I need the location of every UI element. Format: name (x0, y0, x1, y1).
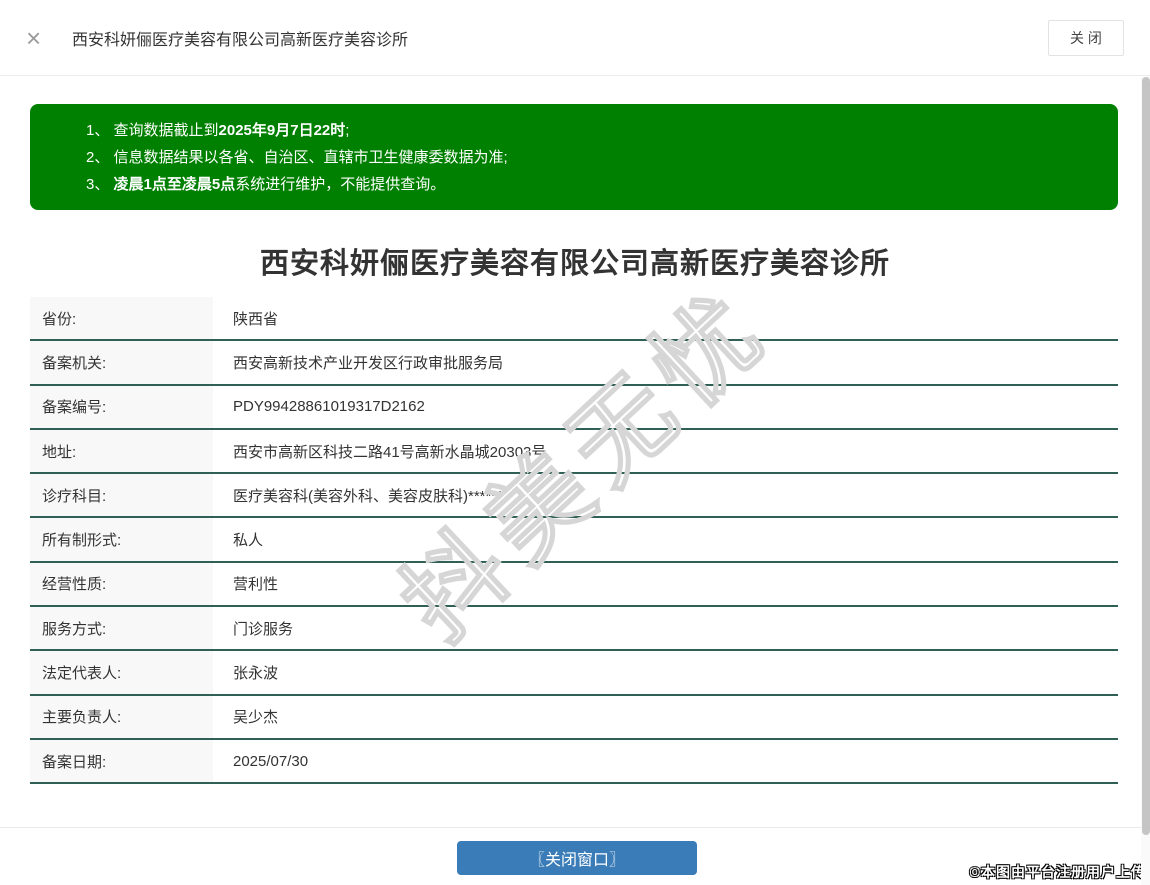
table-row-ownership: 所有制形式: 私人 (30, 518, 1118, 563)
row-label: 经营性质: (30, 562, 213, 606)
row-label: 法定代表人: (30, 651, 213, 694)
table-row-service-mode: 服务方式: 门诊服务 (30, 607, 1118, 652)
table-row-province: 省份: 陕西省 (30, 297, 1118, 342)
notice-line-3-bold: 凌晨1点至凌晨5点 (113, 176, 236, 193)
notice-line-2-pre: 2、 信息数据结果以各省、自治区、直辖市卫生健康委数据为准; (86, 149, 508, 166)
notice-line-1: 1、 查询数据截止到2025年9月7日22时; (86, 117, 1098, 144)
row-label: 主要负责人: (30, 695, 213, 738)
close-window-button[interactable]: 〖关闭窗口〗 (457, 841, 697, 875)
row-label: 诊疗科目: (30, 474, 213, 517)
scrollbar-thumb[interactable] (1142, 77, 1150, 835)
table-row-main-responsible: 主要负责人: 吴少杰 (30, 695, 1118, 740)
row-label: 所有制形式: (30, 518, 213, 561)
row-label: 服务方式: (30, 607, 213, 650)
notice-line-2: 2、 信息数据结果以各省、自治区、直辖市卫生健康委数据为准; (86, 144, 1098, 171)
table-row-treatment-subjects: 诊疗科目: 医疗美容科(美容外科、美容皮肤科)****** (30, 474, 1118, 519)
info-table: 省份: 陕西省 备案机关: 西安高新技术产业开发区行政审批服务局 备案编号: P… (30, 297, 1118, 785)
header-close-button[interactable]: 关 闭 (1048, 19, 1124, 56)
row-value: PDY99428861019317D2162 (233, 398, 425, 416)
footer-divider (0, 827, 1150, 828)
notice-line-1-post: ; (345, 122, 350, 139)
table-row-operating-nature: 经营性质: 营利性 (30, 562, 1118, 608)
scrollbar-track (1141, 77, 1150, 885)
row-label: 备案编号: (30, 385, 213, 428)
notice-line-1-bold: 2025年9月7日22时 (218, 122, 346, 139)
table-row-address: 地址: 西安市高新区科技二路41号高新水晶城20303号 (30, 429, 1118, 475)
notice-line-3-pre: 3、 (86, 176, 114, 193)
row-value: 陕西省 (233, 310, 279, 328)
close-x-icon[interactable]: × (26, 25, 54, 51)
notice-box: 1、 查询数据截止到2025年9月7日22时; 2、 信息数据结果以各省、自治区… (30, 104, 1118, 210)
notice-line-3: 3、 凌晨1点至凌晨5点系统进行维护，不能提供查询。 (86, 171, 1098, 198)
notice-line-1-pre: 1、 查询数据截止到 (86, 122, 219, 139)
row-value: 医疗美容科(美容外科、美容皮肤科)****** (233, 487, 504, 505)
row-value: 张永波 (233, 665, 279, 683)
row-value: 门诊服务 (233, 620, 294, 638)
row-label: 省份: (30, 297, 213, 340)
row-label: 地址: (30, 429, 213, 473)
row-value: 私人 (233, 532, 264, 550)
table-row-filing-date: 备案日期: 2025/07/30 (30, 739, 1118, 785)
table-row-legal-representative: 法定代表人: 张永波 (30, 651, 1118, 696)
header-bar: × 西安科妍俪医疗美容有限公司高新医疗美容诊所 关 闭 (0, 0, 1150, 76)
row-value: 2025/07/30 (233, 752, 309, 770)
page-title: 西安科妍俪医疗美容有限公司高新医疗美容诊所 (259, 248, 890, 280)
header-title: 西安科妍俪医疗美容有限公司高新医疗美容诊所 (72, 31, 409, 49)
row-label: 备案机关: (30, 341, 213, 384)
row-value: 营利性 (233, 576, 279, 594)
row-label: 备案日期: (30, 739, 213, 783)
copyright-watermark: ©本图由平台注册用户上传 (969, 864, 1146, 880)
row-value: 西安市高新区科技二路41号高新水晶城20303号 (233, 443, 547, 461)
table-row-filing-authority: 备案机关: 西安高新技术产业开发区行政审批服务局 (30, 341, 1118, 386)
row-value: 西安高新技术产业开发区行政审批服务局 (233, 354, 504, 372)
table-row-filing-number: 备案编号: PDY99428861019317D2162 (30, 385, 1118, 430)
row-value: 吴少杰 (233, 709, 279, 727)
notice-line-3-post: 系统进行维护，不能提供查询。 (235, 176, 446, 193)
